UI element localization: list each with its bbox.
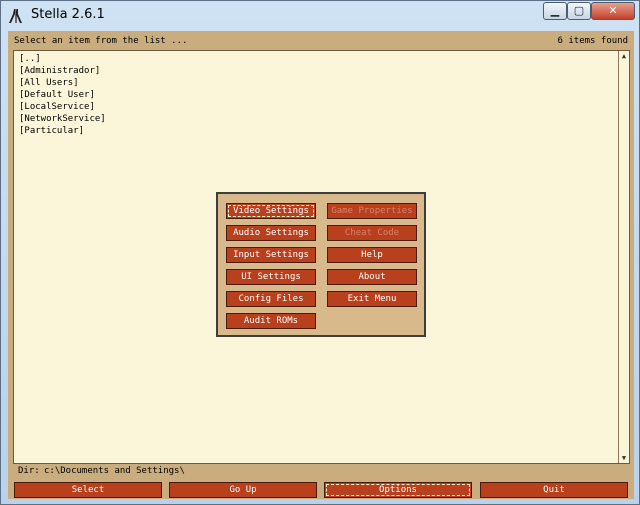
audit-roms-button[interactable]: Audit ROMs [226,313,316,329]
stella-window: Stella 2.6.1 ▁ ▢ ✕ Select an item from t… [0,0,640,505]
input-settings-button[interactable]: Input Settings [226,247,316,263]
exit-menu-button[interactable]: Exit Menu [327,291,417,307]
list-item[interactable]: [LocalService] [19,101,95,113]
dir-label: Dir: [18,466,40,476]
list-item[interactable]: [Administrador] [19,65,100,77]
options-dialog: Video Settings Game Properties Audio Set… [216,192,426,337]
list-item[interactable]: [Particular] [19,125,84,137]
close-button[interactable]: ✕ [591,2,635,20]
window-title: Stella 2.6.1 [31,7,105,22]
close-icon: ✕ [608,4,618,17]
minimize-icon: ▁ [550,4,560,17]
atari-logo-icon [9,9,22,23]
cheat-code-button: Cheat Code [327,225,417,241]
items-count: 6 items found [557,36,628,46]
options-button[interactable]: Options [324,482,472,498]
config-files-button[interactable]: Config Files [226,291,316,307]
list-prompt: Select an item from the list ... [14,36,188,46]
list-item[interactable]: [NetworkService] [19,113,106,125]
minimize-button[interactable]: ▁ [543,2,567,20]
quit-button[interactable]: Quit [480,482,628,498]
maximize-icon: ▢ [573,4,585,17]
scroll-down-arrow-icon[interactable]: ▼ [619,453,629,463]
go-up-button[interactable]: Go Up [169,482,317,498]
ui-settings-button[interactable]: UI Settings [226,269,316,285]
list-item[interactable]: [All Users] [19,77,79,89]
about-button[interactable]: About [327,269,417,285]
dir-path: c:\Documents and Settings\ [44,466,185,476]
audio-settings-button[interactable]: Audio Settings [226,225,316,241]
game-properties-button: Game Properties [327,203,417,219]
select-button[interactable]: Select [14,482,162,498]
title-bar[interactable]: Stella 2.6.1 ▁ ▢ ✕ [1,1,639,31]
list-item[interactable]: [..] [19,53,41,65]
launcher-panel: Select an item from the list ... 6 items… [8,31,634,499]
list-scrollbar[interactable]: ▲ ▼ [618,51,629,463]
help-button[interactable]: Help [327,247,417,263]
video-settings-button[interactable]: Video Settings [226,203,316,219]
scroll-up-arrow-icon[interactable]: ▲ [619,51,629,61]
maximize-button[interactable]: ▢ [567,2,591,20]
list-item[interactable]: [Default User] [19,89,95,101]
